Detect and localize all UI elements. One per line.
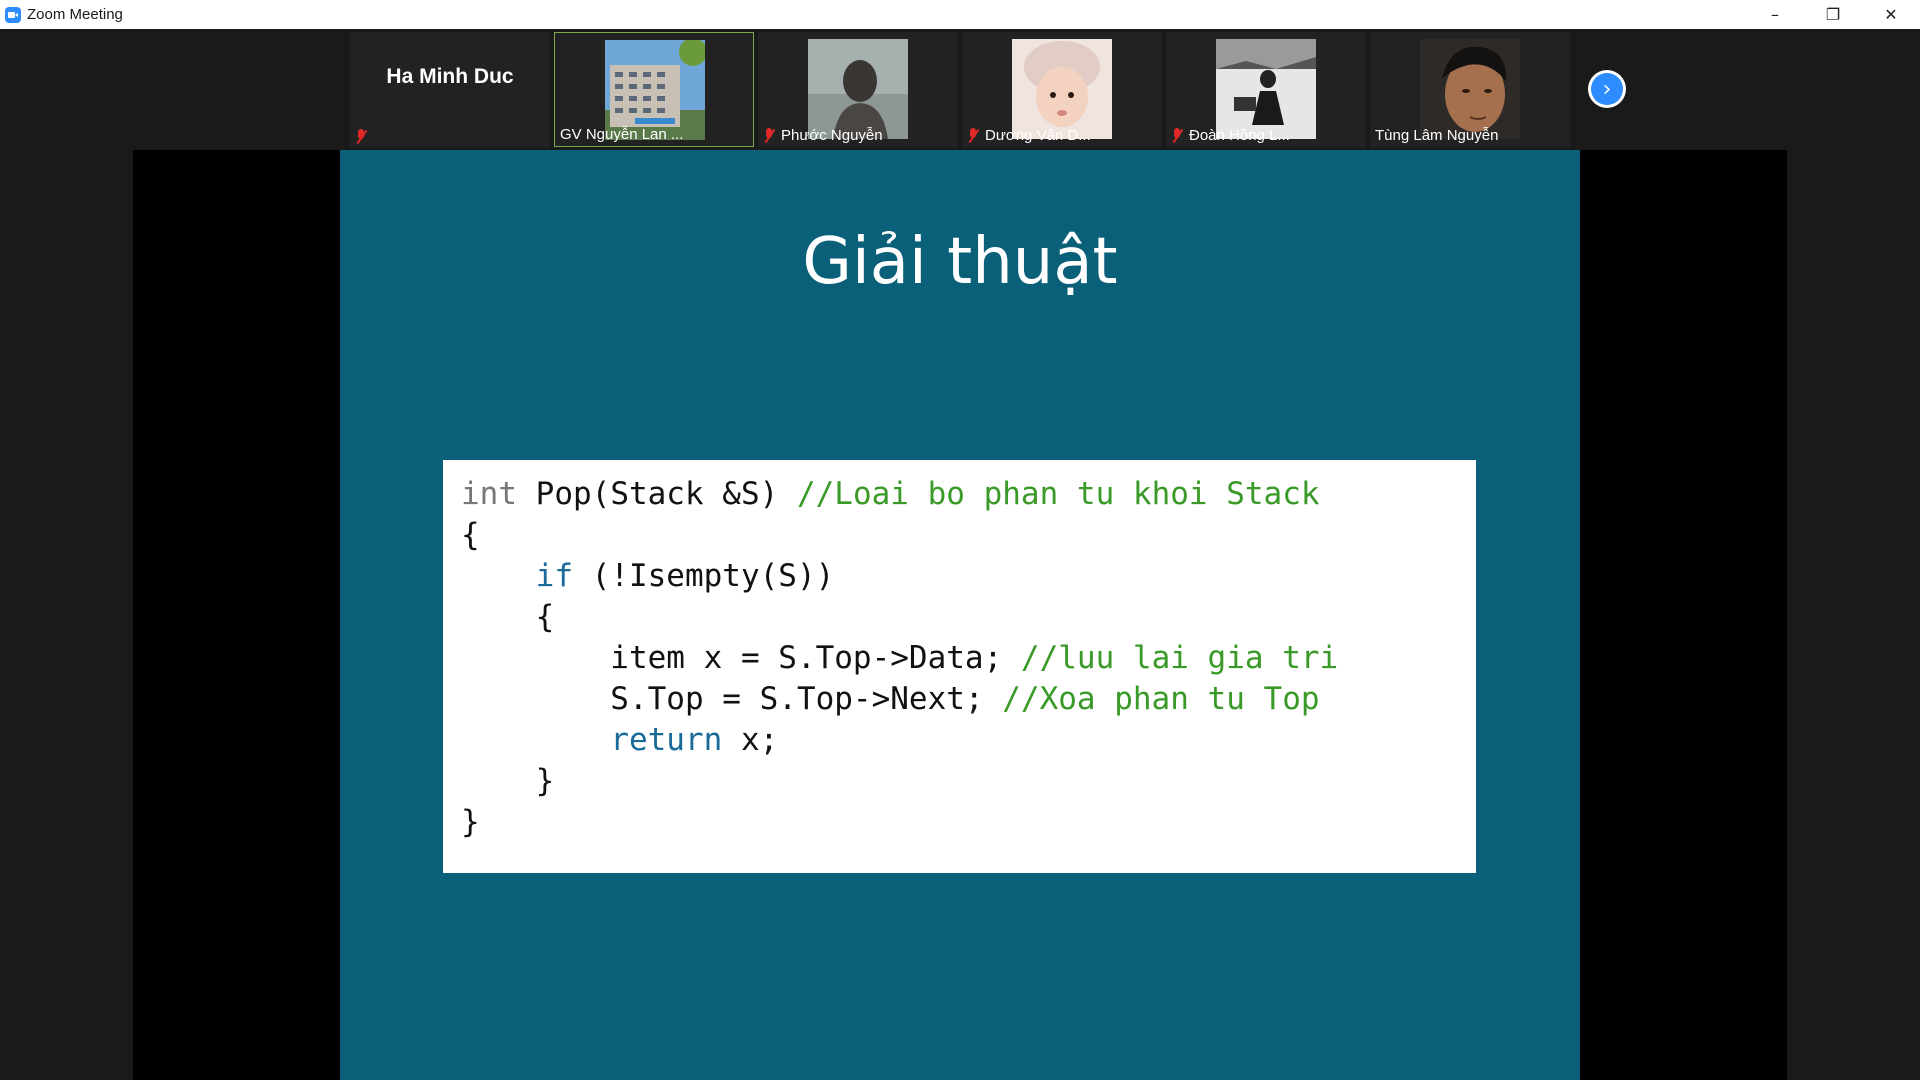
participant-label: Tùng Lâm Nguyễn [1375, 127, 1498, 144]
participant-label: Dương Văn D... [967, 127, 1091, 144]
participant-tile[interactable]: Phước Nguyễn [758, 32, 958, 147]
code-keyword: return [610, 722, 723, 758]
code-comment: //Loai bo phan tu khoi Stack [796, 476, 1320, 512]
code-comment: //Xoa phan tu Top [1002, 681, 1320, 717]
participant-label: Phước Nguyễn [763, 127, 883, 144]
mic-muted-icon [1171, 128, 1184, 144]
code-line: S.Top = S.Top->Next; //Xoa phan tu Top [461, 679, 1458, 720]
mic-muted-icon [355, 129, 368, 145]
slide-title: Giải thuật [802, 225, 1118, 299]
zoom-app-icon [5, 6, 21, 23]
code-line: } [461, 763, 555, 799]
window-title: Zoom Meeting [27, 6, 123, 23]
code-line: return x; [461, 720, 1458, 761]
code-line: if (!Isempty(S)) [461, 556, 1458, 597]
participant-label [355, 129, 373, 145]
code-keyword: if [535, 558, 573, 594]
participant-tile[interactable]: Dương Văn D... [962, 32, 1162, 147]
window-titlebar: Zoom Meeting – ❐ ✕ [0, 0, 1920, 29]
code-text: (!Isempty(S)) [572, 558, 835, 594]
minimize-button[interactable]: – [1746, 0, 1804, 29]
window-controls: – ❐ ✕ [1746, 0, 1920, 29]
next-page-button[interactable]: › [1588, 70, 1626, 108]
code-block: int Pop(Stack &S) //Loai bo phan tu khoi… [443, 460, 1476, 873]
participant-tile[interactable]: Tùng Lâm Nguyễn [1370, 32, 1570, 147]
participant-tile-active[interactable]: GV Nguyễn Lan ... [554, 32, 754, 147]
code-line: } [461, 804, 480, 840]
code-line: { [461, 599, 555, 635]
code-line: item x = S.Top->Data; //luu lai gia tri [461, 638, 1458, 679]
participant-name: Tùng Lâm Nguyễn [1375, 127, 1499, 144]
mic-muted-icon [763, 128, 776, 144]
chevron-right-icon: › [1591, 73, 1623, 105]
participant-tile[interactable]: Đoàn Hồng L... [1166, 32, 1366, 147]
code-text: x; [722, 722, 779, 758]
participant-name: GV Nguyễn Lan ... [560, 126, 684, 143]
code-comment: //luu lai gia tri [1020, 640, 1339, 676]
participant-video [1012, 39, 1112, 139]
mic-muted-icon [967, 128, 980, 144]
code-text: Pop(Stack &S) [517, 476, 797, 512]
participant-name: Dương Văn D... [985, 127, 1091, 144]
code-keyword: int [461, 476, 517, 512]
code-line: int Pop(Stack &S) //Loai bo phan tu khoi… [461, 474, 1458, 515]
participant-name: Đoàn Hồng L... [1189, 127, 1290, 144]
participant-label: Đoàn Hồng L... [1171, 127, 1290, 144]
participant-video [1216, 39, 1316, 139]
close-button[interactable]: ✕ [1862, 0, 1920, 29]
restore-button[interactable]: ❐ [1804, 0, 1862, 29]
code-line: { [461, 517, 480, 553]
participant-name: Phước Nguyễn [781, 127, 883, 144]
participant-video [808, 39, 908, 139]
participant-strip: Ha Minh Duc GV Nguyễn Lan ... Phước Nguy… [0, 29, 1920, 150]
presentation-slide: Giải thuật int Pop(Stack &S) //Loai bo p… [340, 150, 1580, 1080]
participant-tile[interactable]: Ha Minh Duc [350, 32, 550, 147]
participant-label: GV Nguyễn Lan ... [560, 126, 683, 143]
code-text: S.Top = S.Top->Next; [461, 681, 1003, 717]
participant-video [605, 40, 705, 140]
code-text: item x = S.Top->Data; [461, 640, 1021, 676]
participant-video [1420, 39, 1520, 139]
participant-name-large: Ha Minh Duc [386, 65, 514, 88]
